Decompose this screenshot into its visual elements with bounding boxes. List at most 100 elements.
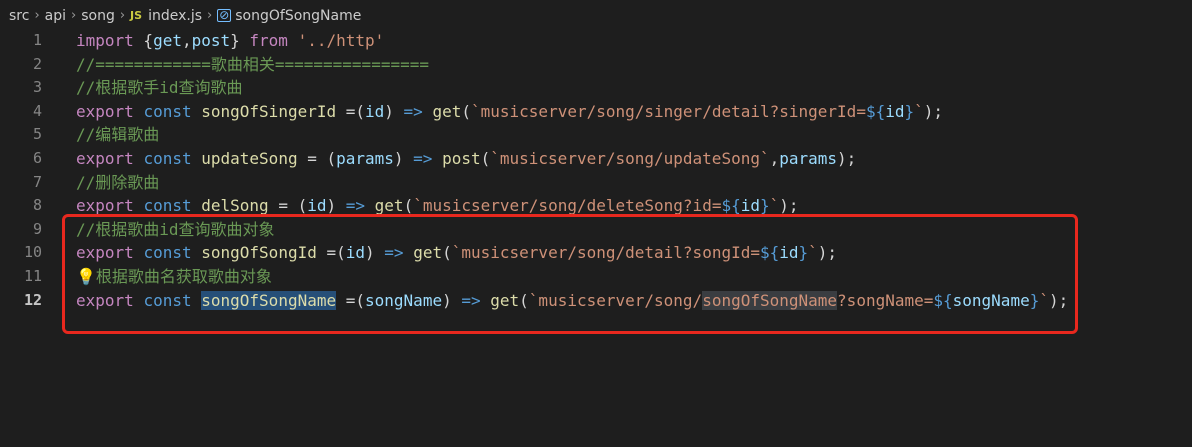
line-number: 4 (32, 101, 42, 120)
code-token: const (143, 196, 192, 216)
line-number: 6 (32, 148, 42, 167)
code-token: const (143, 101, 192, 121)
code-token: , (769, 148, 780, 168)
code-token: = ( (268, 196, 308, 216)
breadcrumb-symbol[interactable]: songOfSongName (235, 8, 361, 24)
code-token: = ( (297, 148, 337, 168)
code-token: params (336, 148, 394, 168)
code-line[interactable]: 5 //编辑歌曲 (0, 123, 1192, 147)
annotation-highlight-box (62, 214, 1078, 334)
code-token: get (153, 31, 182, 50)
code-token: ) (393, 148, 414, 168)
line-number: 7 (32, 172, 42, 191)
symbol-variable-icon: ⊘ (217, 8, 232, 22)
line-number: 11 (23, 266, 42, 285)
code-token: id (885, 101, 905, 121)
code-token: } (904, 101, 915, 121)
javascript-file-icon: JS (130, 9, 143, 22)
code-token: id (365, 101, 385, 121)
code-token: ${ (721, 196, 741, 216)
code-token: ${ (865, 101, 886, 121)
code-text: export const songOfSingerId =(id) => get… (76, 100, 943, 124)
code-token: =( (336, 101, 366, 121)
code-token: //根据歌手id查询歌曲 (76, 78, 243, 98)
code-token: } (230, 31, 250, 50)
code-token: => (345, 196, 366, 216)
code-token: //============歌曲相关================ (76, 54, 429, 74)
code-token: import (76, 31, 134, 50)
code-token: `musicserver/song/updateSong` (490, 148, 770, 168)
line-number: 12 (23, 290, 42, 309)
line-number: 2 (32, 54, 42, 73)
code-token: delSong (201, 196, 269, 216)
code-text: //============歌曲相关================ (76, 53, 429, 77)
code-text: //根据歌手id查询歌曲 (76, 76, 243, 100)
code-token: params (779, 148, 838, 168)
code-token: from (249, 31, 288, 50)
chevron-right-icon: › (71, 8, 77, 23)
code-line[interactable]: 7 //删除歌曲 (0, 171, 1192, 195)
line-number: 9 (32, 219, 42, 238)
code-token: => (403, 101, 423, 121)
line-number: 10 (23, 243, 42, 262)
code-token: ); (837, 148, 857, 168)
line-number: 3 (32, 78, 42, 97)
breadcrumb-item-src[interactable]: src (9, 8, 29, 24)
code-token: => (413, 148, 433, 168)
code-token: ( (480, 148, 491, 168)
code-token: post (442, 148, 481, 168)
code-token: const (143, 148, 192, 168)
breadcrumb: src › api › song › JS index.js › ⊘ songO… (0, 0, 1192, 31)
code-token: updateSong (201, 148, 298, 168)
line-number: 5 (32, 125, 42, 144)
chevron-right-icon: › (207, 8, 213, 23)
chevron-right-icon: › (34, 8, 40, 23)
code-token: `musicserver/song/singer/detail?singerId… (471, 101, 866, 121)
code-text: import {get,post} from '../http' (76, 29, 384, 53)
code-token: ) (326, 196, 346, 216)
code-line[interactable]: 4 export const songOfSingerId =(id) => ge… (0, 100, 1192, 124)
code-token: ( (461, 101, 471, 121)
code-line[interactable]: 6 export const updateSong = (params) => p… (0, 147, 1192, 171)
code-token: ); (779, 196, 799, 216)
code-line[interactable]: 3 //根据歌手id查询歌曲 (0, 76, 1192, 100)
code-line[interactable]: 1 import {get,post} from '../http' (0, 29, 1192, 53)
code-token: export (76, 148, 134, 168)
code-line[interactable]: 2 //============歌曲相关================ (0, 53, 1192, 77)
code-token: } (759, 196, 770, 216)
code-token: get (374, 196, 404, 216)
code-token: //编辑歌曲 (76, 125, 160, 145)
code-token: export (76, 101, 134, 121)
breadcrumb-file[interactable]: index.js (148, 8, 202, 24)
line-number: 1 (32, 31, 42, 49)
code-text: //删除歌曲 (76, 171, 159, 195)
code-token: songOfSingerId (201, 101, 337, 121)
code-text: //编辑歌曲 (76, 123, 159, 147)
code-token: ` (914, 101, 924, 121)
code-token: //删除歌曲 (76, 172, 160, 192)
chevron-right-icon: › (119, 8, 126, 23)
breadcrumb-item-api[interactable]: api (45, 8, 66, 24)
code-token: '../http' (297, 31, 385, 50)
code-token: ` (769, 196, 780, 216)
code-token: export (76, 196, 134, 216)
line-number: 8 (32, 196, 42, 215)
code-token: { (133, 31, 154, 50)
code-token: ( (403, 196, 414, 216)
code-token: ) (384, 101, 404, 121)
breadcrumb-item-song[interactable]: song (81, 8, 115, 24)
code-token: post (191, 31, 231, 50)
code-token: id (307, 196, 327, 216)
code-token: , (181, 31, 192, 50)
code-token: ); (923, 101, 944, 121)
